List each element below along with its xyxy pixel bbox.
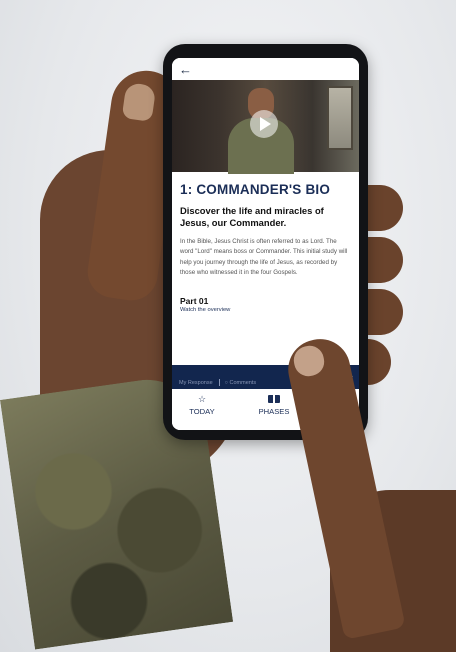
my-response-button[interactable]: My Response	[179, 380, 213, 386]
lesson-subtitle: Discover the life and miracles of Jesus,…	[180, 205, 324, 228]
top-bar: ←	[172, 58, 359, 80]
product-photo: ← 1: COMMANDER'S BIO Discover the life a…	[0, 0, 456, 652]
part-title: Part 01	[180, 295, 209, 306]
play-icon[interactable]	[250, 110, 278, 138]
lesson-content: 1: COMMANDER'S BIO Discover the life and…	[172, 172, 359, 313]
comments-button[interactable]: Comments	[230, 380, 257, 386]
part-subtitle[interactable]: Watch the overview	[180, 307, 351, 313]
video-player[interactable]	[172, 80, 359, 174]
play-triangle	[260, 117, 271, 131]
lesson-title: 1: COMMANDER'S BIO	[180, 182, 331, 197]
tab-label: PHASES	[258, 407, 290, 416]
book-icon	[268, 394, 280, 405]
divider	[218, 379, 220, 386]
arrow-left-icon[interactable]: ←	[179, 63, 192, 76]
background-window	[327, 86, 353, 150]
lesson-body: In the Bible, Jesus Christ is often refe…	[180, 238, 348, 277]
thumb-nail	[121, 82, 157, 122]
part-section[interactable]: Part 01 Watch the overview	[180, 296, 351, 313]
star-icon: ☆	[197, 394, 207, 404]
tab-label: TODAY	[189, 407, 215, 416]
tab-today[interactable]: ☆ TODAY	[172, 394, 232, 416]
